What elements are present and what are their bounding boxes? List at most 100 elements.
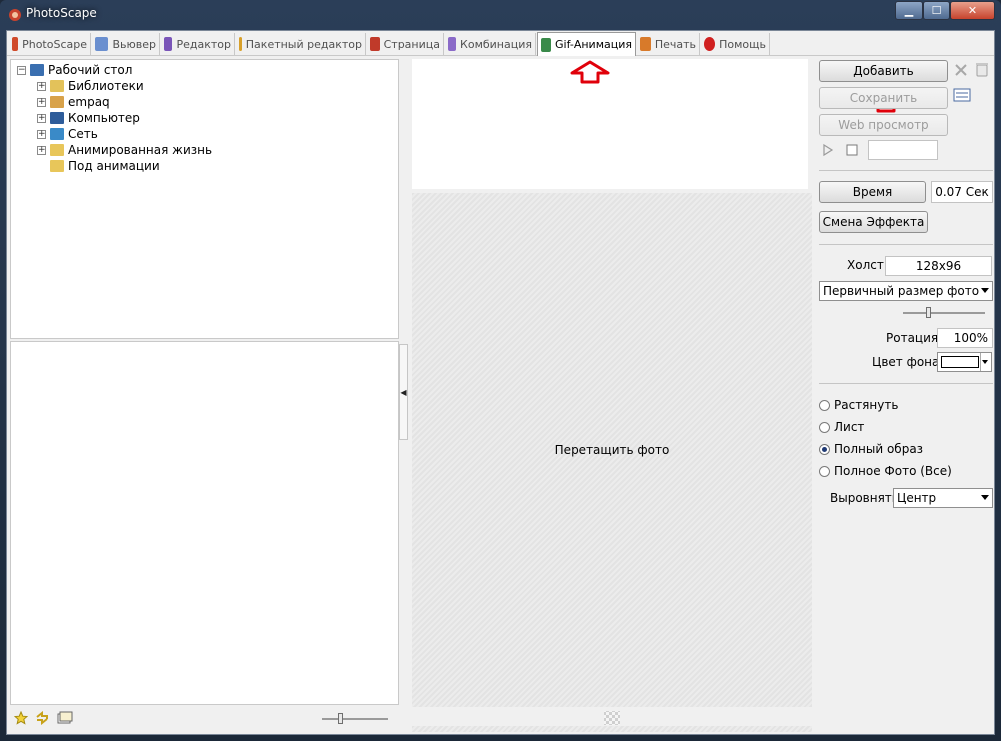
folder-tree[interactable]: − Рабочий стол + Библиотеки + empaq + Ко… <box>10 59 399 339</box>
tab-label: Вьювер <box>112 37 156 51</box>
radio-button[interactable] <box>819 465 830 477</box>
color-dropdown-button[interactable] <box>980 353 991 371</box>
radio-full-photo-all[interactable]: Полное Фото (Все) <box>819 464 952 478</box>
separator <box>819 170 993 171</box>
expand-icon[interactable]: + <box>37 145 46 155</box>
tree-item[interactable]: Под анимации <box>50 158 160 174</box>
tree-item[interactable]: + Анимированная жизнь <box>37 142 212 158</box>
radio-label: Полный образ <box>834 442 924 456</box>
tree-item-label: empaq <box>68 95 110 109</box>
drop-hint: Перетащить фото <box>554 443 670 457</box>
expand-icon[interactable]: + <box>37 81 46 91</box>
background-color-picker[interactable] <box>937 352 992 372</box>
size-slider-track[interactable] <box>903 312 985 314</box>
tree-item-label: Сеть <box>68 127 98 141</box>
libraries-icon <box>50 80 64 92</box>
save-button[interactable]: Сохранить <box>819 87 948 109</box>
red-arrow-annotation-tab-icon <box>570 60 610 84</box>
separator <box>819 383 993 384</box>
tree-item-label: Под анимации <box>68 159 160 173</box>
rotation-field[interactable]: 100% <box>937 328 993 348</box>
maximize-button[interactable]: ☐ <box>923 1 950 20</box>
minimize-button[interactable]: ▁ <box>895 1 923 20</box>
tab-help[interactable]: Помощь <box>701 33 770 55</box>
expand-icon[interactable]: + <box>37 129 46 139</box>
radio-button[interactable] <box>819 443 830 455</box>
frame-time-field[interactable]: 0.07 Сек <box>931 181 993 203</box>
app-window: PhotoScape ▁ ☐ ✕ PhotoScape Вьювер Редак… <box>0 0 1001 741</box>
gif-animation-tab-icon <box>541 37 552 52</box>
align-value: Центр <box>897 491 937 505</box>
collapse-icon[interactable]: − <box>17 65 26 75</box>
tree-item[interactable]: + Библиотеки <box>37 78 144 94</box>
refresh-icon[interactable] <box>34 711 50 725</box>
tab-editor[interactable]: Редактор <box>161 33 235 55</box>
trash-icon[interactable] <box>975 61 989 77</box>
tab-label: Комбинация <box>460 37 532 51</box>
tree-item-label: Компьютер <box>68 111 140 125</box>
size-mode-select[interactable]: Первичный размер фото <box>819 281 993 301</box>
options-list-icon[interactable] <box>953 87 971 103</box>
expand-icon[interactable]: + <box>37 113 46 123</box>
tree-item[interactable]: + Компьютер <box>37 110 140 126</box>
dropdown-arrow-icon <box>981 495 989 500</box>
close-icon: ✕ <box>967 4 978 17</box>
align-select[interactable]: Центр <box>893 488 993 508</box>
background-color-label: Цвет фона <box>872 355 940 369</box>
thumbnail-size-slider-thumb[interactable] <box>338 713 343 724</box>
tab-print[interactable]: Печать <box>637 33 700 55</box>
tab-label: PhotoScape <box>22 37 87 51</box>
tab-gif-animation[interactable]: Gif-Анимация <box>537 32 636 56</box>
time-button[interactable]: Время <box>819 181 926 203</box>
canvas-bottom-strip <box>412 726 812 732</box>
expand-icon[interactable]: + <box>37 97 46 107</box>
star-icon[interactable] <box>14 711 28 725</box>
add-button[interactable]: Добавить <box>819 60 948 82</box>
client-area: PhotoScape Вьювер Редактор Пакетный реда… <box>6 30 995 735</box>
main-tabs: PhotoScape Вьювер Редактор Пакетный реда… <box>7 31 994 56</box>
title-bar: PhotoScape ▁ ☐ ✕ <box>0 0 1001 30</box>
thumbnail-size-slider-track[interactable] <box>322 718 388 720</box>
network-icon <box>50 128 64 140</box>
radio-stretch[interactable]: Растянуть <box>819 398 898 412</box>
transparency-icon[interactable] <box>604 711 620 725</box>
change-effect-button[interactable]: Смена Эффекта <box>819 211 928 233</box>
radio-full-image[interactable]: Полный образ <box>819 442 923 456</box>
canvas-size-label: Холст <box>847 258 884 272</box>
radio-button[interactable] <box>819 399 830 411</box>
tab-label: Помощь <box>719 37 766 51</box>
tree-item-label: Библиотеки <box>68 79 144 93</box>
tab-viewer[interactable]: Вьювер <box>92 33 160 55</box>
time-button-label: Время <box>852 185 893 199</box>
radio-label: Лист <box>834 420 865 434</box>
folder-icon <box>50 144 64 156</box>
folder-icon <box>50 160 64 172</box>
slideshow-icon[interactable] <box>56 711 74 725</box>
delete-icon[interactable] <box>953 62 969 78</box>
tree-item[interactable]: + Сеть <box>37 126 98 142</box>
canvas-size-field[interactable]: 128x96 <box>885 256 992 276</box>
size-mode-value: Первичный размер фото <box>823 284 980 298</box>
save-button-label: Сохранить <box>849 91 918 105</box>
tab-combine[interactable]: Комбинация <box>445 33 536 55</box>
stop-icon[interactable] <box>845 143 859 157</box>
collapse-arrow-icon: ◀ <box>400 387 407 397</box>
window-title: PhotoScape <box>26 6 97 20</box>
tab-batch-editor[interactable]: Пакетный редактор <box>236 33 366 55</box>
thumbnail-panel[interactable] <box>10 341 399 705</box>
help-tab-icon <box>704 37 716 51</box>
tab-photoscape[interactable]: PhotoScape <box>9 33 91 55</box>
radio-button[interactable] <box>819 421 830 433</box>
play-icon[interactable] <box>822 143 834 157</box>
frame-drop-area[interactable]: Перетащить фото <box>412 193 812 707</box>
web-preview-button[interactable]: Web просмотр <box>819 114 948 136</box>
tree-item-root[interactable]: − Рабочий стол <box>17 62 132 78</box>
tab-label: Печать <box>654 37 696 51</box>
tab-page[interactable]: Страница <box>367 33 444 55</box>
tree-item[interactable]: + empaq <box>37 94 110 110</box>
size-slider-thumb[interactable] <box>926 307 931 318</box>
radio-sheet[interactable]: Лист <box>819 420 864 434</box>
close-button[interactable]: ✕ <box>950 1 995 20</box>
canvas-size-value: 128x96 <box>915 259 962 273</box>
panel-splitter[interactable]: ◀ <box>399 344 408 440</box>
